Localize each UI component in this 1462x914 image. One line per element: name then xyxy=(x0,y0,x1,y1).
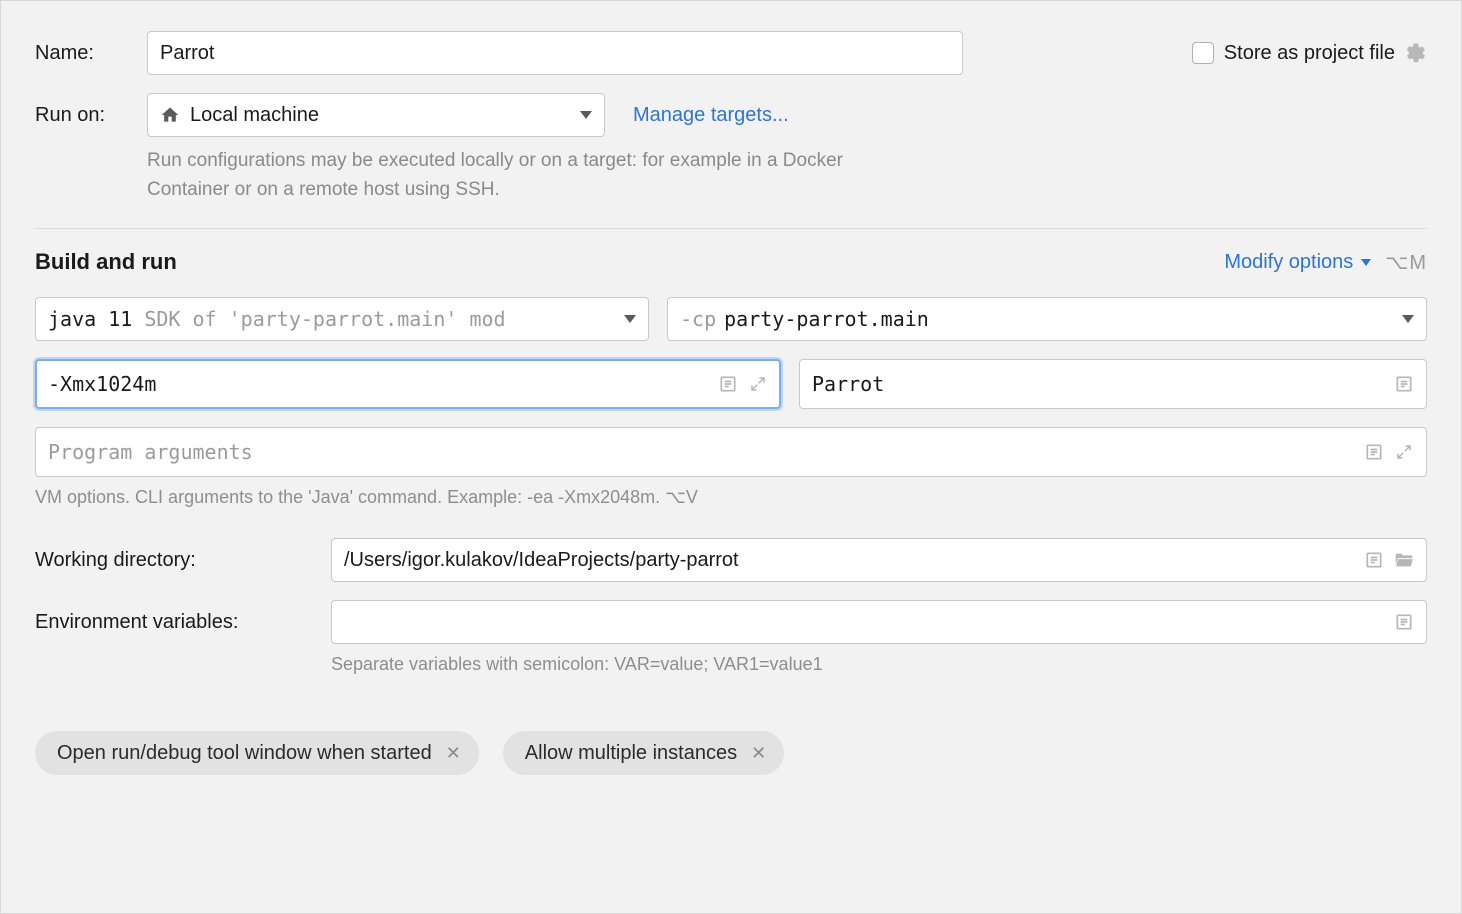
vm-mainclass-row: -Xmx1024m Parrot xyxy=(35,359,1427,409)
run-on-row: Run on: Local machine Manage targets... xyxy=(35,93,1427,137)
tag-allow-multiple-label: Allow multiple instances xyxy=(525,742,737,765)
manage-targets-link[interactable]: Manage targets... xyxy=(633,104,789,127)
close-icon[interactable]: ✕ xyxy=(751,743,766,764)
run-on-select[interactable]: Local machine xyxy=(147,93,605,137)
home-icon xyxy=(160,105,180,125)
modify-options-shortcut: ⌥M xyxy=(1385,250,1427,275)
chevron-down-icon xyxy=(624,315,636,323)
build-and-run-title: Build and run xyxy=(35,249,177,275)
vm-options-caption: VM options. CLI arguments to the 'Java' … xyxy=(35,487,1427,508)
list-icon[interactable] xyxy=(1392,372,1416,396)
list-icon[interactable] xyxy=(1362,440,1386,464)
chevron-down-icon xyxy=(1402,315,1414,323)
separator xyxy=(35,228,1427,229)
jre-version: java 11 xyxy=(48,307,132,331)
list-icon[interactable] xyxy=(1392,610,1416,634)
list-icon[interactable] xyxy=(1362,548,1386,572)
classpath-module: party-parrot.main xyxy=(724,307,929,331)
gear-icon[interactable] xyxy=(1405,42,1427,64)
run-configuration-panel: Name: Store as project file Run on: Loca… xyxy=(0,0,1462,914)
main-class-input[interactable]: Parrot xyxy=(799,359,1427,409)
program-arguments-input[interactable]: Program arguments xyxy=(35,427,1427,477)
working-directory-row: Working directory: /Users/igor.kulakov/I… xyxy=(35,538,1427,582)
env-vars-label: Environment variables: xyxy=(35,611,331,634)
jre-classpath-row: java 11 SDK of 'party-parrot.main' mod -… xyxy=(35,297,1427,341)
env-vars-input[interactable] xyxy=(331,600,1427,644)
expand-icon[interactable] xyxy=(1392,440,1416,464)
option-tags: Open run/debug tool window when started … xyxy=(35,731,1427,775)
store-as-project-file[interactable]: Store as project file xyxy=(1192,42,1427,65)
run-on-hint: Run configurations may be executed local… xyxy=(147,147,867,204)
folder-open-icon[interactable] xyxy=(1392,548,1416,572)
store-as-project-file-label: Store as project file xyxy=(1224,42,1395,65)
name-row: Name: Store as project file xyxy=(35,31,1427,75)
working-directory-value: /Users/igor.kulakov/IdeaProjects/party-p… xyxy=(344,549,739,572)
modify-options-label: Modify options xyxy=(1224,251,1353,274)
main-class-value: Parrot xyxy=(812,372,884,396)
vm-options-input[interactable]: -Xmx1024m xyxy=(35,359,781,409)
env-vars-row: Environment variables: xyxy=(35,600,1427,644)
list-icon[interactable] xyxy=(716,372,740,396)
close-icon[interactable]: ✕ xyxy=(446,743,461,764)
jre-select[interactable]: java 11 SDK of 'party-parrot.main' mod xyxy=(35,297,649,341)
working-directory-input[interactable]: /Users/igor.kulakov/IdeaProjects/party-p… xyxy=(331,538,1427,582)
expand-icon[interactable] xyxy=(746,372,770,396)
name-label: Name: xyxy=(35,42,147,65)
modify-options-link[interactable]: Modify options xyxy=(1224,251,1371,274)
name-input[interactable] xyxy=(147,31,963,75)
tag-open-run-debug-label: Open run/debug tool window when started xyxy=(57,742,432,765)
run-on-value: Local machine xyxy=(190,104,319,127)
jre-description: SDK of 'party-parrot.main' mod xyxy=(144,307,505,331)
tag-open-run-debug[interactable]: Open run/debug tool window when started … xyxy=(35,731,479,775)
chevron-down-icon xyxy=(580,111,592,119)
chevron-down-icon xyxy=(1361,259,1371,266)
store-as-project-file-checkbox[interactable] xyxy=(1192,42,1214,64)
program-arguments-placeholder: Program arguments xyxy=(48,440,253,464)
classpath-select[interactable]: -cp party-parrot.main xyxy=(667,297,1427,341)
tag-allow-multiple[interactable]: Allow multiple instances ✕ xyxy=(503,731,784,775)
build-and-run-header: Build and run Modify options ⌥M xyxy=(35,249,1427,275)
working-directory-label: Working directory: xyxy=(35,549,331,572)
env-vars-hint: Separate variables with semicolon: VAR=v… xyxy=(331,654,1427,675)
classpath-flag: -cp xyxy=(680,307,716,331)
run-on-label: Run on: xyxy=(35,104,147,127)
